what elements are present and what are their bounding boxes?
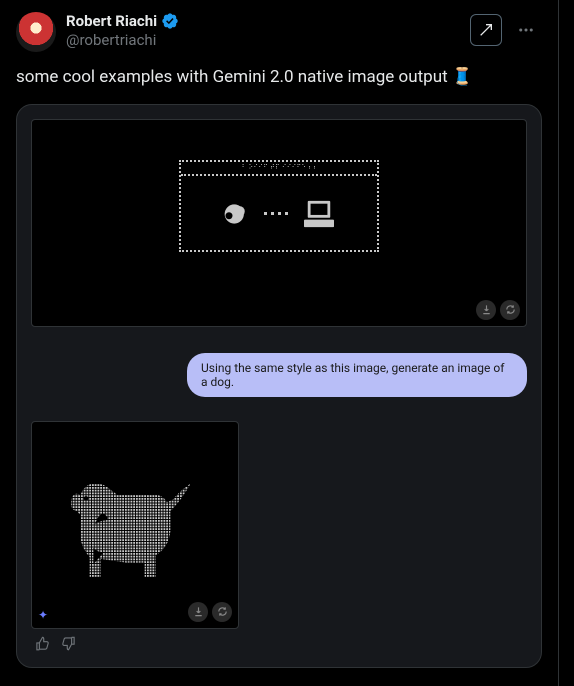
ascii-body bbox=[181, 176, 377, 252]
thread-emoji-icon: 🧵 bbox=[452, 67, 473, 87]
avatar-image bbox=[16, 12, 56, 52]
more-options-button[interactable] bbox=[510, 14, 542, 46]
sparkle-icon: ✦ bbox=[38, 608, 48, 622]
computer-icon bbox=[302, 199, 336, 229]
prompt-text: Using the same style as this image, gene… bbox=[201, 361, 504, 389]
thumbs-up-icon bbox=[35, 636, 50, 651]
tweet-container: Robert Riachi @robertriachi some cool ex… bbox=[0, 0, 559, 686]
avatar[interactable] bbox=[16, 12, 56, 52]
ellipsis-icon bbox=[517, 21, 535, 39]
refresh-button[interactable] bbox=[212, 602, 232, 622]
ascii-titlebar: ⠃ ⠕⠊⠊⠋ ⠞⠏ ⠊⠊⠊⠋⠑⠰⠰ bbox=[181, 162, 377, 176]
thumbs-down-icon bbox=[61, 636, 76, 651]
dog-ascii-art bbox=[53, 455, 218, 595]
download-button[interactable] bbox=[188, 602, 208, 622]
panel-buttons-top bbox=[476, 300, 520, 320]
refresh-icon bbox=[217, 606, 228, 617]
ascii-art-window: ⠃ ⠕⠊⠊⠋ ⠞⠏ ⠊⠊⠊⠋⠑⠰⠰ bbox=[179, 160, 379, 252]
feedback-row bbox=[31, 635, 527, 653]
tweet-text: some cool examples with Gemini 2.0 nativ… bbox=[16, 66, 542, 90]
grok-button[interactable] bbox=[470, 14, 502, 46]
tweet-text-content: some cool examples with Gemini 2.0 nativ… bbox=[16, 67, 448, 87]
download-button[interactable] bbox=[476, 300, 496, 320]
panel-buttons-bottom bbox=[188, 602, 232, 622]
grok-icon bbox=[478, 22, 494, 38]
refresh-icon bbox=[505, 304, 516, 315]
brain-icon bbox=[222, 200, 250, 228]
user-info: Robert Riachi @robertriachi bbox=[66, 12, 179, 50]
download-icon bbox=[481, 304, 492, 315]
thumbs-down-button[interactable] bbox=[59, 635, 77, 653]
user-prompt-bubble: Using the same style as this image, gene… bbox=[187, 353, 527, 397]
connection-dots bbox=[264, 212, 288, 215]
thumbs-up-button[interactable] bbox=[33, 635, 51, 653]
embedded-card: ⠃ ⠕⠊⠊⠋ ⠞⠏ ⠊⠊⠊⠋⠑⠰⠰ bbox=[16, 104, 542, 668]
display-name: Robert Riachi bbox=[66, 12, 157, 31]
tweet-header: Robert Riachi @robertriachi bbox=[16, 12, 542, 52]
generated-image-panel[interactable]: ✦ bbox=[31, 421, 239, 629]
name-row[interactable]: Robert Riachi bbox=[66, 12, 179, 31]
handle[interactable]: @robertriachi bbox=[66, 31, 179, 50]
download-icon bbox=[193, 606, 204, 617]
refresh-button[interactable] bbox=[500, 300, 520, 320]
verified-badge-icon bbox=[161, 12, 179, 30]
source-image-panel[interactable]: ⠃ ⠕⠊⠊⠋ ⠞⠏ ⠊⠊⠊⠋⠑⠰⠰ bbox=[31, 119, 527, 327]
header-actions bbox=[470, 14, 542, 46]
